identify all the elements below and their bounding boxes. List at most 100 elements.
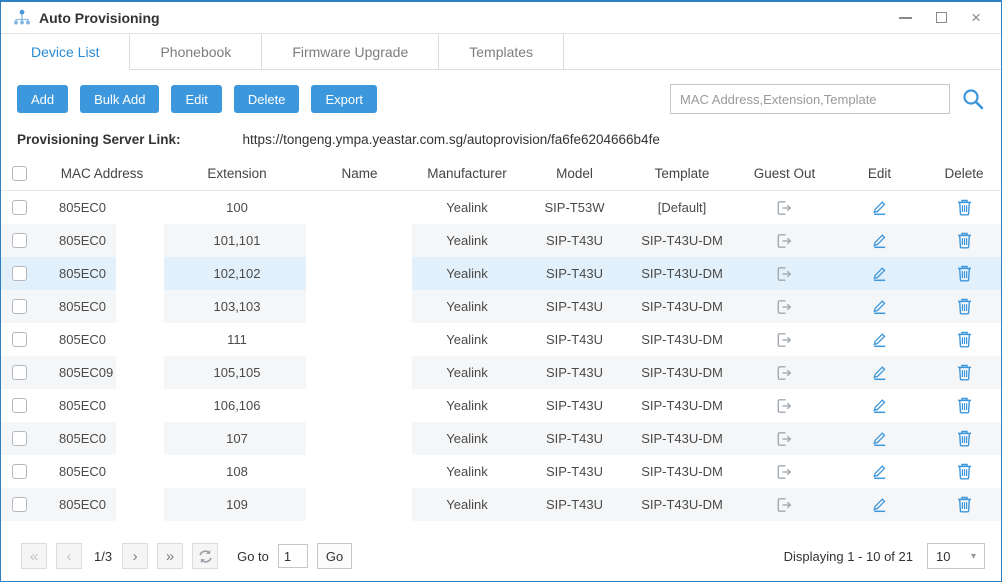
tab-firmware-upgrade[interactable]: Firmware Upgrade: [262, 34, 439, 70]
trash-icon[interactable]: [927, 232, 1001, 249]
tab-phonebook[interactable]: Phonebook: [130, 34, 262, 70]
logout-arrow-icon[interactable]: [737, 365, 832, 381]
maximize-icon[interactable]: [936, 10, 947, 26]
pencil-icon[interactable]: [832, 364, 927, 381]
trash-icon[interactable]: [927, 463, 1001, 480]
col-delete: Delete: [927, 166, 1001, 181]
trash-icon[interactable]: [927, 397, 1001, 414]
minimize-icon[interactable]: [899, 10, 912, 26]
pencil-icon[interactable]: [832, 232, 927, 249]
pencil-icon[interactable]: [832, 199, 927, 216]
row-checkbox[interactable]: [12, 299, 27, 314]
tab-templates[interactable]: Templates: [439, 34, 564, 70]
col-template: Template: [627, 166, 737, 181]
tab-device-list[interactable]: Device List: [1, 34, 130, 70]
row-checkbox[interactable]: [12, 497, 27, 512]
pencil-icon[interactable]: [832, 397, 927, 414]
row-checkbox[interactable]: [12, 398, 27, 413]
model-cell: SIP-T43U: [522, 266, 627, 281]
delete-button[interactable]: Delete: [234, 85, 300, 113]
row-checkbox[interactable]: [12, 233, 27, 248]
logout-arrow-icon[interactable]: [737, 464, 832, 480]
prev-page-button[interactable]: ‹: [56, 543, 82, 569]
go-button[interactable]: Go: [317, 543, 352, 569]
col-edit: Edit: [832, 166, 927, 181]
logout-arrow-icon[interactable]: [737, 200, 832, 216]
pencil-icon[interactable]: [832, 496, 927, 513]
logout-arrow-icon[interactable]: [737, 332, 832, 348]
logout-arrow-icon[interactable]: [737, 299, 832, 315]
manufacturer-cell: Yealink: [412, 365, 522, 380]
trash-icon[interactable]: [927, 430, 1001, 447]
device-table: MAC Address Extension Name Manufacturer …: [1, 157, 1001, 521]
first-page-button[interactable]: «: [21, 543, 47, 569]
auto-provisioning-window: Auto Provisioning × Device List Phoneboo…: [0, 0, 1002, 582]
manufacturer-cell: Yealink: [412, 332, 522, 347]
template-cell: SIP-T43U-DM: [627, 299, 737, 314]
logout-arrow-icon[interactable]: [737, 497, 832, 513]
trash-icon[interactable]: [927, 265, 1001, 282]
displaying-text: Displaying 1 - 10 of 21: [784, 549, 913, 564]
page-size-select[interactable]: 10 ▾: [927, 543, 985, 569]
template-cell: SIP-T43U-DM: [627, 431, 737, 446]
row-checkbox[interactable]: [12, 464, 27, 479]
trash-icon[interactable]: [927, 331, 1001, 348]
template-cell: SIP-T43U-DM: [627, 365, 737, 380]
add-button[interactable]: Add: [17, 85, 68, 113]
pencil-icon[interactable]: [832, 298, 927, 315]
trash-icon[interactable]: [927, 199, 1001, 216]
manufacturer-cell: Yealink: [412, 398, 522, 413]
col-mac-address: MAC Address: [37, 166, 167, 181]
refresh-icon[interactable]: [192, 543, 218, 569]
page-size-value: 10: [936, 549, 950, 564]
trash-icon[interactable]: [927, 364, 1001, 381]
trash-icon[interactable]: [927, 496, 1001, 513]
trash-icon[interactable]: [927, 298, 1001, 315]
pencil-icon[interactable]: [832, 463, 927, 480]
row-checkbox[interactable]: [12, 200, 27, 215]
goto-page-input[interactable]: [278, 544, 308, 568]
row-checkbox[interactable]: [12, 431, 27, 446]
model-cell: SIP-T43U: [522, 365, 627, 380]
row-checkbox[interactable]: [12, 266, 27, 281]
row-checkbox-cell: [1, 299, 37, 314]
template-cell: SIP-T43U-DM: [627, 332, 737, 347]
bulk-add-button[interactable]: Bulk Add: [80, 85, 159, 113]
extension-cell: 109: [167, 497, 307, 512]
pencil-icon[interactable]: [832, 331, 927, 348]
toolbar: Add Bulk Add Edit Delete Export: [1, 70, 1001, 120]
col-name: Name: [307, 166, 412, 181]
manufacturer-cell: Yealink: [412, 233, 522, 248]
pencil-icon[interactable]: [832, 430, 927, 447]
model-cell: SIP-T43U: [522, 464, 627, 479]
search-input[interactable]: [670, 84, 950, 114]
extension-cell: 103,103: [167, 299, 307, 314]
export-button[interactable]: Export: [311, 85, 377, 113]
redaction-overlay: [306, 191, 412, 521]
row-checkbox-cell: [1, 497, 37, 512]
goto-label: Go to: [237, 549, 269, 564]
title-bar: Auto Provisioning ×: [1, 2, 1001, 34]
edit-button[interactable]: Edit: [171, 85, 221, 113]
magnifier-icon[interactable]: [961, 87, 985, 111]
logout-arrow-icon[interactable]: [737, 431, 832, 447]
manufacturer-cell: Yealink: [412, 464, 522, 479]
manufacturer-cell: Yealink: [412, 266, 522, 281]
pencil-icon[interactable]: [832, 265, 927, 282]
last-page-button[interactable]: »: [157, 543, 183, 569]
window-controls: ×: [899, 10, 991, 26]
template-cell: [Default]: [627, 200, 737, 215]
model-cell: SIP-T43U: [522, 233, 627, 248]
next-page-button[interactable]: ›: [122, 543, 148, 569]
close-icon[interactable]: ×: [971, 10, 981, 26]
select-all-checkbox[interactable]: [12, 166, 27, 181]
extension-cell: 102,102: [167, 266, 307, 281]
logout-arrow-icon[interactable]: [737, 266, 832, 282]
row-checkbox[interactable]: [12, 365, 27, 380]
logout-arrow-icon[interactable]: [737, 398, 832, 414]
row-checkbox[interactable]: [12, 332, 27, 347]
pagination-right: Displaying 1 - 10 of 21 10 ▾: [784, 543, 985, 569]
logout-arrow-icon[interactable]: [737, 233, 832, 249]
manufacturer-cell: Yealink: [412, 299, 522, 314]
chevron-down-icon: ▾: [971, 551, 976, 562]
